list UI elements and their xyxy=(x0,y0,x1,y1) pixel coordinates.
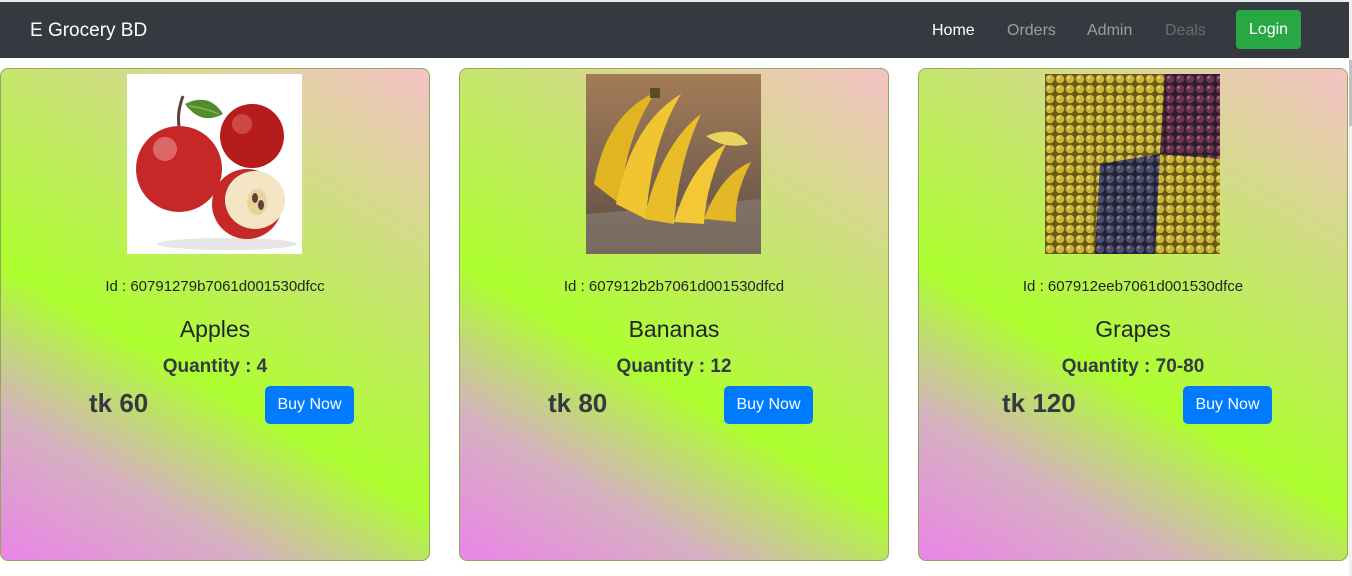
product-quantity: Quantity : 4 xyxy=(162,356,268,377)
nav-home[interactable]: Home xyxy=(932,21,975,41)
product-card-grapes: Id : 607912eeb7061d001530dfce Grapes Qua… xyxy=(918,68,1348,561)
buy-now-button[interactable]: Buy Now xyxy=(724,386,813,424)
navbar: E Grocery BD Home Orders Admin Deals Log… xyxy=(0,2,1349,58)
product-quantity: Quantity : 70-80 xyxy=(1061,356,1205,377)
product-card-apples: Id : 60791279b7061d001530dfcc Apples Qua… xyxy=(0,68,430,561)
product-card-bananas: Id : 607912b2b7061d001530dfcd Bananas Qu… xyxy=(459,68,889,561)
brand-link[interactable]: E Grocery BD xyxy=(30,19,147,43)
product-id: Id : 607912b2b7061d001530dfcd xyxy=(563,278,785,295)
apples-image xyxy=(127,74,302,254)
login-button[interactable]: Login xyxy=(1236,10,1301,49)
product-name: Grapes xyxy=(1095,316,1171,342)
bananas-image xyxy=(586,74,761,254)
buy-now-button[interactable]: Buy Now xyxy=(265,386,354,424)
product-price: tk 60 xyxy=(89,388,149,418)
nav-admin[interactable]: Admin xyxy=(1087,21,1132,41)
product-quantity: Quantity : 12 xyxy=(616,356,732,377)
nav-orders[interactable]: Orders xyxy=(1007,21,1056,41)
product-id: Id : 60791279b7061d001530dfcc xyxy=(105,278,325,295)
product-price: tk 80 xyxy=(548,388,608,418)
product-id: Id : 607912eeb7061d001530dfce xyxy=(1022,278,1244,295)
grapes-image xyxy=(1045,74,1220,254)
product-name: Apples xyxy=(179,316,251,342)
product-name: Bananas xyxy=(628,316,720,342)
product-price: tk 120 xyxy=(1002,388,1076,418)
nav-deals: Deals xyxy=(1165,22,1206,39)
buy-now-button[interactable]: Buy Now xyxy=(1183,386,1272,424)
